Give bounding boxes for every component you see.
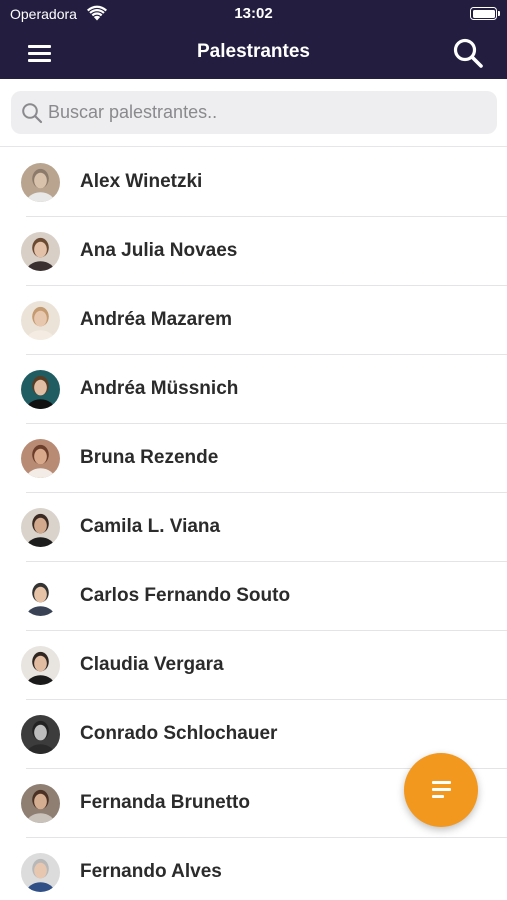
battery-icon (470, 7, 497, 20)
speaker-avatar (21, 232, 60, 271)
speaker-name: Andréa Mazarem (80, 309, 233, 330)
filter-line-3 (432, 795, 444, 798)
speaker-row[interactable]: Andréa Müssnich (0, 355, 507, 424)
speaker-avatar (21, 301, 60, 340)
search-icon[interactable] (451, 36, 485, 70)
search-bar-container (0, 79, 507, 147)
speaker-row[interactable]: Camila L. Viana (0, 493, 507, 562)
battery-tip (498, 11, 500, 16)
speaker-name: Fernando Alves (80, 861, 222, 882)
speaker-name: Bruna Rezende (80, 447, 219, 468)
speaker-row[interactable]: Claudia Vergara (0, 631, 507, 700)
speaker-name: Alex Winetzki (80, 171, 203, 192)
speaker-row[interactable]: Fernando Alves (0, 838, 507, 900)
speaker-avatar (21, 439, 60, 478)
speaker-row[interactable]: Carlos Fernando Souto (0, 562, 507, 631)
top-bar: Operadora 13:02 Palestrantes (0, 0, 507, 79)
speaker-name: Carlos Fernando Souto (80, 585, 291, 606)
speaker-avatar (21, 163, 60, 202)
speaker-row[interactable]: Bruna Rezende (0, 424, 507, 493)
speaker-avatar (21, 577, 60, 616)
speaker-name: Andréa Müssnich (80, 378, 239, 399)
filter-line-1 (432, 781, 451, 784)
speaker-avatar (21, 715, 60, 754)
app-screen: Operadora 13:02 Palestrantes Buscar pale… (0, 0, 507, 900)
speaker-avatar (21, 853, 60, 892)
speaker-avatar (21, 784, 60, 823)
search-field-icon (22, 103, 43, 124)
navigation-bar: Palestrantes (0, 28, 507, 79)
search-bar[interactable] (11, 91, 497, 134)
filter-line-2 (432, 788, 451, 791)
speaker-name: Fernanda Brunetto (80, 792, 250, 813)
speaker-row[interactable]: Andréa Mazarem (0, 286, 507, 355)
speaker-row[interactable]: Alex Winetzki (0, 148, 507, 217)
speaker-name: Camila L. Viana (80, 516, 221, 537)
status-time: 13:02 (234, 5, 273, 22)
speaker-name: Ana Julia Novaes (80, 240, 238, 261)
speaker-name: Claudia Vergara (80, 654, 224, 675)
speaker-avatar (21, 370, 60, 409)
speaker-row[interactable]: Ana Julia Novaes (0, 217, 507, 286)
status-bar: Operadora 13:02 (0, 0, 507, 28)
speaker-name: Conrado Schlochauer (80, 723, 278, 744)
speaker-avatar (21, 508, 60, 547)
search-input[interactable] (48, 91, 478, 134)
filter-fab-button[interactable] (404, 753, 478, 827)
speaker-avatar (21, 646, 60, 685)
page-title: Palestrantes (196, 41, 310, 62)
